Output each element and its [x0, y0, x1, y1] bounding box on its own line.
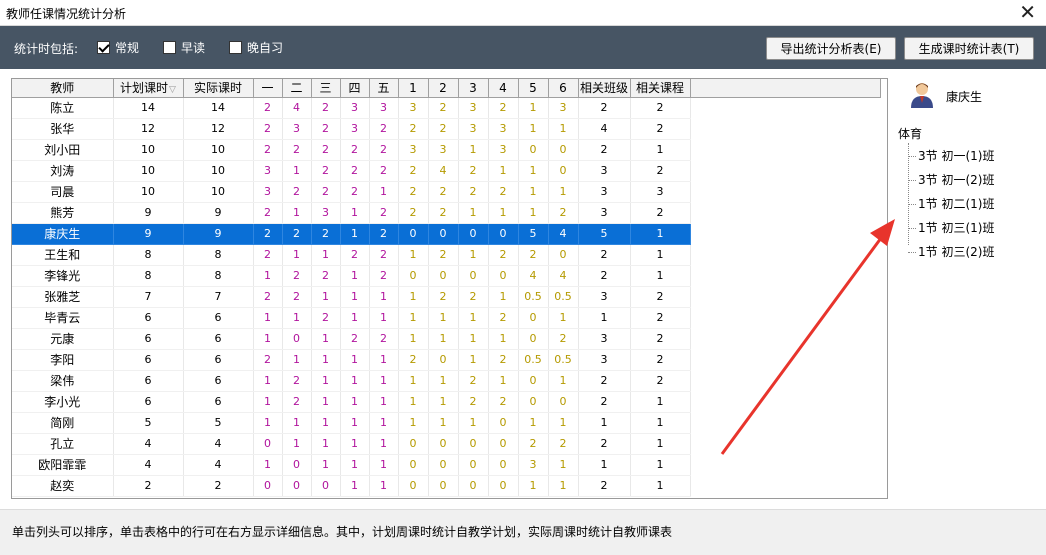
checkbox-morning-reading-label: 早读	[181, 41, 206, 55]
close-icon[interactable]: ✕	[1019, 1, 1036, 23]
checkbox-regular-label: 常规	[115, 41, 140, 55]
checkbox-evening-study-label: 晚自习	[247, 41, 284, 55]
checkbox-morning-reading[interactable]: 早读	[163, 39, 205, 56]
export-analysis-button[interactable]: 导出统计分析表(E)	[766, 37, 896, 60]
detail-subject: 体育	[898, 127, 923, 141]
class-tree-item[interactable]: 3节 初一(2)班	[908, 171, 994, 195]
class-tree-item[interactable]: 3节 初一(1)班	[908, 147, 994, 171]
checkbox-morning-reading-box[interactable]	[163, 41, 176, 54]
status-bar: 单击列头可以排序，单击表格中的行可在右方显示详细信息。其中，计划周课时统计自教学…	[0, 509, 1046, 555]
title-bar: 教师任课情况统计分析 ✕	[0, 0, 1046, 26]
checkbox-regular[interactable]: 常规	[97, 39, 139, 56]
toolbar: 统计时包括: 常规 早读 晚自习 导出统计分析表(E) 生成课时统计表(T)	[0, 26, 1046, 69]
checkbox-regular-box[interactable]	[97, 41, 110, 54]
checkbox-evening-study[interactable]: 晚自习	[229, 39, 283, 56]
class-tree-item[interactable]: 1节 初二(1)班	[908, 195, 994, 219]
class-tree-item[interactable]: 1节 初三(1)班	[908, 219, 994, 243]
class-tree-item[interactable]: 1节 初三(2)班	[908, 243, 994, 267]
user-avatar-icon	[911, 83, 933, 108]
include-label: 统计时包括:	[14, 42, 79, 56]
red-arrow-annotation	[720, 219, 895, 455]
checkbox-evening-study-box[interactable]	[229, 41, 242, 54]
detail-panel: 康庆生 体育 3节 初一(1)班 3节 初一(2)班 1节 初二(1)班 1节 初三(…	[898, 69, 1046, 509]
status-text: 单击列头可以排序，单击表格中的行可在右方显示详细信息。其中，计划周课时统计自教学…	[12, 525, 673, 539]
window-title: 教师任课情况统计分析	[6, 7, 127, 21]
class-tree: 3节 初一(1)班 3节 初一(2)班 1节 初二(1)班 1节 初三(1)班 1节 初…	[908, 143, 994, 267]
detail-teacher-name: 康庆生	[946, 90, 983, 104]
main-area: 教师 计划课时▽ 实际课时一二三四五 1 2 3 4 5 6 相关班级 相关课程 陈立 14 14 2 4 2…	[0, 69, 1046, 509]
generate-stats-button[interactable]: 生成课时统计表(T)	[904, 37, 1034, 60]
